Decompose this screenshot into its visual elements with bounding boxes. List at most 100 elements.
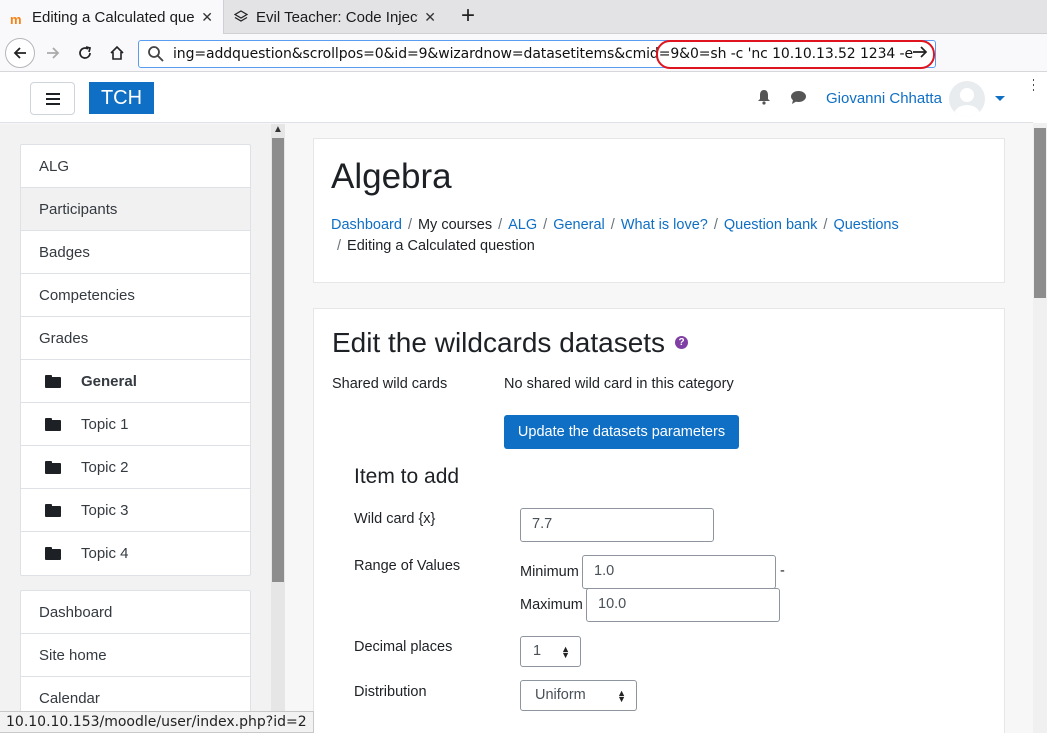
breadcrumb-current: Editing a Calculated question [347, 238, 535, 254]
scroll-up-arrow-icon[interactable]: ▲ [273, 124, 283, 135]
tab-evil-teacher[interactable]: Evil Teacher: Code Injection ✕ [224, 0, 446, 34]
nav-item-participants[interactable]: Participants [21, 188, 250, 231]
nav-item-grades[interactable]: Grades [21, 317, 250, 360]
nav-item-dashboard[interactable]: Dashboard [21, 591, 250, 634]
nav-drawer: ALG Participants Badges Competencies Gra… [0, 124, 285, 733]
page-header-card: Algebra Dashboard / My courses / ALG / General… [313, 138, 1005, 283]
nav-item-general[interactable]: General [21, 360, 250, 403]
nav-item-alg[interactable]: ALG [21, 145, 250, 188]
nav-label: Site home [39, 646, 107, 664]
breadcrumb-dashboard[interactable]: Dashboard [331, 217, 402, 233]
update-datasets-button[interactable]: Update the datasets parameters [504, 415, 739, 449]
form-heading-text: Edit the wildcards datasets [332, 327, 666, 358]
course-nav-group: ALG Participants Badges Competencies Gra… [20, 144, 251, 576]
nav-label: ALG [39, 157, 70, 175]
breadcrumb-my-courses: My courses [417, 217, 493, 233]
distribution-label: Distribution [354, 684, 427, 700]
url-text: ing=addquestion&scrollpos=0&id=9&wizardn… [173, 46, 913, 62]
tab-title: Editing a Calculated question [32, 8, 195, 26]
tab-editing-question[interactable]: m Editing a Calculated question ✕ [0, 0, 224, 34]
select-arrows-icon: ▲ ▼ [617, 688, 626, 704]
chevron-down-icon[interactable] [995, 96, 1005, 101]
nav-item-badges[interactable]: Badges [21, 231, 250, 274]
drawer-scrollbar-thumb[interactable] [272, 138, 284, 582]
arrow-right-icon [47, 47, 60, 59]
nav-label: Topic 1 [81, 415, 129, 433]
folder-icon [45, 417, 61, 431]
reload-icon [79, 46, 92, 59]
maximum-input[interactable]: 10.0 [586, 588, 780, 622]
moodle-page: TCH Giovanni Chhatta ALG Participants Ba… [0, 73, 1033, 733]
go-arrow-icon[interactable] [911, 43, 929, 67]
form-heading: Edit the wildcards datasets? [332, 327, 689, 359]
page-scrollbar[interactable] [1033, 123, 1047, 733]
layers-icon [234, 10, 248, 22]
nav-item-topic-4[interactable]: Topic 4 [21, 532, 250, 575]
help-icon[interactable]: ? [675, 336, 689, 350]
site-brand-link[interactable]: TCH [89, 82, 154, 114]
range-of-values-label: Range of Values [354, 558, 461, 574]
nav-item-topic-1[interactable]: Topic 1 [21, 403, 250, 446]
moodle-favicon-icon: m [10, 12, 22, 27]
decimal-places-label: Decimal places [354, 639, 453, 655]
maximum-label: Maximum [520, 597, 583, 613]
wildcard-x-input[interactable]: 7.7 [520, 508, 714, 542]
status-bar-url: 10.10.10.153/moodle/user/index.php?id=2 [0, 711, 314, 733]
minimum-label: Minimum [520, 564, 579, 580]
folder-icon [45, 460, 61, 474]
breadcrumb-question-bank[interactable]: Question bank [724, 217, 818, 233]
nav-label: Calendar [39, 690, 100, 707]
nav-item-topic-2[interactable]: Topic 2 [21, 446, 250, 489]
breadcrumb-questions[interactable]: Questions [833, 217, 898, 233]
wildcard-x-label: Wild card {x} [354, 511, 436, 527]
forward-button[interactable] [38, 38, 68, 68]
close-tab-icon[interactable]: ✕ [424, 9, 436, 26]
notification-bell-icon[interactable] [756, 89, 772, 108]
arrow-left-icon [13, 47, 26, 59]
nav-label: Badges [39, 243, 90, 261]
folder-icon [45, 547, 61, 560]
shared-wildcards-label: Shared wild cards [332, 376, 448, 392]
browser-tab-bar: m Editing a Calculated question ✕ Evil T… [0, 0, 1047, 34]
site-nav-group: Dashboard Site home Calendar [20, 590, 251, 721]
drawer-toggle-button[interactable] [30, 82, 75, 115]
distribution-select[interactable]: Uniform ▲ ▼ [520, 680, 637, 711]
breadcrumb: Dashboard / My courses / ALG / General / What is… [331, 217, 899, 254]
nav-label: Topic 3 [81, 501, 129, 519]
nav-label: Participants [39, 200, 118, 218]
search-icon [147, 45, 165, 66]
decimal-places-select[interactable]: 1 ▲ ▼ [520, 636, 581, 667]
tab-title: Evil Teacher: Code Injection [256, 8, 418, 26]
nav-item-site-home[interactable]: Site home [21, 634, 250, 677]
user-menu-name[interactable]: Giovanni Chhatta [826, 90, 942, 107]
new-tab-button[interactable]: + [453, 2, 483, 32]
nav-item-topic-3[interactable]: Topic 3 [21, 489, 250, 532]
messages-icon[interactable] [790, 90, 807, 108]
breadcrumb-alg[interactable]: ALG [508, 217, 537, 233]
back-button[interactable] [5, 38, 35, 68]
nav-label: Topic 2 [81, 458, 129, 476]
folder-icon [45, 374, 61, 388]
nav-item-competencies[interactable]: Competencies [21, 274, 250, 317]
nav-label: General [81, 372, 137, 390]
home-icon [110, 45, 124, 60]
page-title: Algebra [331, 157, 452, 196]
home-button[interactable] [102, 38, 132, 68]
avatar[interactable] [949, 81, 985, 117]
nav-label: Topic 4 [81, 545, 129, 562]
site-navbar: TCH Giovanni Chhatta [0, 73, 1033, 123]
shared-wildcards-value: No shared wild card in this category [504, 376, 734, 392]
select-arrows-icon: ▲ ▼ [561, 644, 570, 660]
distribution-value: Uniform [535, 687, 586, 703]
page-scrollbar-thumb[interactable] [1034, 128, 1046, 298]
address-bar[interactable]: ing=addquestion&scrollpos=0&id=9&wizardn… [138, 40, 936, 68]
breadcrumb-general[interactable]: General [553, 217, 605, 233]
range-dash: - [780, 563, 785, 579]
reload-button[interactable] [70, 38, 100, 68]
minimum-input[interactable]: 1.0 [582, 555, 776, 589]
close-tab-icon[interactable]: ✕ [201, 9, 213, 26]
breadcrumb-what-is-love[interactable]: What is love? [621, 217, 708, 233]
hamburger-icon [45, 92, 60, 105]
nav-label: Competencies [39, 286, 135, 304]
nav-label: Grades [39, 329, 89, 347]
